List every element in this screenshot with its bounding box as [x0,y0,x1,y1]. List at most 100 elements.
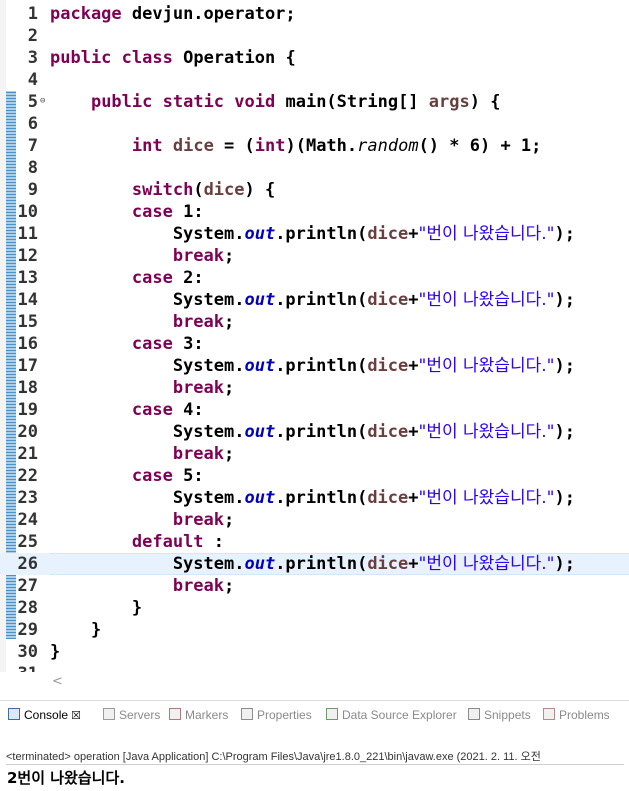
tab-console[interactable]: Console ☒ [8,705,81,725]
code-line[interactable]: 7 int dice = (int)(Math.random() * 6) + … [0,135,629,157]
code-line[interactable]: 1 package devjun.operator; [0,3,629,25]
code-line[interactable]: 9 switch(dice) { [0,179,629,201]
code-line[interactable]: 24 break; [0,509,629,531]
servers-icon [103,708,115,720]
line-number: 14 [17,290,38,310]
code-text: System.out.println(dice+"번이 나왔습니다."); [50,224,575,244]
tab-properties[interactable]: Properties [241,705,312,725]
line-number: 4 [27,70,38,90]
code-line[interactable]: 29 } [0,619,629,641]
line-number: 25 [17,532,38,552]
code-line[interactable]: 28 } [0,597,629,619]
code-line[interactable]: 2 [0,25,629,47]
code-text: case 2: [131,268,204,288]
code-text: System.out.println(dice+"번이 나왔습니다."); [50,422,575,442]
line-number: 9 [27,180,38,200]
code-line[interactable]: 12 break; [0,245,629,267]
line-number: 3 [27,48,38,68]
console-tab-bar: Console ☒ Servers Markers Properties Data So… [0,700,629,727]
line-number: 31 [16,663,38,672]
code-text: int dice = (int)(Math.random() * 6) + 1; [131,136,542,156]
line-number: 15 [17,312,38,332]
code-text: case 5: [131,466,204,486]
code-line[interactable]: 10 case 1: [0,201,629,223]
line-number: 8 [27,158,38,178]
line-number: 27 [17,576,38,596]
scroll-left-icon[interactable]: < [52,674,63,689]
code-line[interactable]: 18 break; [0,377,629,399]
line-number: 10 [17,202,38,222]
code-line[interactable]: 11 System.out.println(dice+"번이 나왔습니다."); [0,223,629,245]
problems-icon [543,708,555,720]
line-number: 16 [17,334,38,354]
tab-snippets[interactable]: Snippets [468,705,531,725]
code-text: System.out.println(dice+"번이 나왔습니다."); [50,290,575,310]
line-number: 13 [17,268,38,288]
snippets-icon [468,708,480,720]
code-text: public static void main(String[] args) { [90,92,501,112]
console-icon [8,708,20,720]
console-separator [6,764,624,765]
code-text: System.out.println(dice+"번이 나왔습니다."); [50,356,575,376]
tab-label: Data Source Explorer [342,708,457,722]
code-line[interactable]: 25 default : [0,531,629,553]
editor-horizontal-scrollbar[interactable]: < [48,674,628,692]
code-line[interactable]: 14 System.out.println(dice+"번이 나왔습니다."); [0,289,629,311]
code-text: case 1: [131,202,204,222]
line-number: 7 [27,136,38,156]
code-line[interactable]: 20 System.out.println(dice+"번이 나왔습니다."); [0,421,629,443]
code-line[interactable]: 21 break; [0,443,629,465]
line-number: 30 [17,642,38,662]
tab-markers[interactable]: Markers [169,705,228,725]
line-number: 17 [17,356,38,376]
line-number: 5 [27,92,38,112]
code-line[interactable]: 31 [0,663,629,672]
line-number: 20 [17,422,38,442]
code-line[interactable]: 23 System.out.println(dice+"번이 나왔습니다."); [0,487,629,509]
code-line[interactable]: 15 break; [0,311,629,333]
close-icon[interactable]: ☒ [68,710,81,722]
console-view: <terminated> operation [Java Application… [0,726,629,791]
code-line[interactable]: 16 case 3: [0,333,629,355]
tab-problems[interactable]: Problems [543,705,610,725]
code-text: break; [172,378,235,398]
code-line[interactable]: 19 case 4: [0,399,629,421]
tab-servers[interactable]: Servers [103,705,160,725]
code-line[interactable]: 5 ⊖ public static void main(String[] args… [0,91,629,113]
console-output: 2번이 나왔습니다. [7,769,125,787]
code-text: default : [131,532,225,552]
code-line[interactable]: 30} [0,641,629,663]
code-line[interactable]: 22 case 5: [0,465,629,487]
markers-icon [169,708,181,720]
code-text: case 4: [131,400,204,420]
code-line[interactable]: 17 System.out.println(dice+"번이 나왔습니다."); [0,355,629,377]
code-text: public class Operation { [50,48,296,68]
code-text: } [50,642,61,662]
code-line[interactable]: 4 [0,69,629,91]
code-text: break; [172,576,235,596]
code-text: break; [172,246,235,266]
tab-label: Snippets [484,708,531,722]
line-number: 2 [27,26,38,46]
code-editor[interactable]: 1 package devjun.operator; 2 3 public class … [0,0,629,672]
properties-icon [241,708,253,720]
code-text: break; [172,444,235,464]
line-number: 6 [27,114,38,134]
code-text: package devjun.operator; [50,4,296,24]
code-line[interactable]: 13 case 2: [0,267,629,289]
tab-label: Problems [559,708,610,722]
line-number: 24 [17,510,38,530]
line-number: 22 [17,466,38,486]
fold-collapse-icon[interactable]: ⊖ [40,96,45,106]
code-text: break; [172,510,235,530]
code-line[interactable]: 26 System.out.println(dice+"번이 나왔습니다."); [0,553,629,575]
line-number: 18 [17,378,38,398]
code-line[interactable]: 8 [0,157,629,179]
tab-label: Servers [119,708,161,722]
code-text: System.out.println(dice+"번이 나왔습니다."); [50,488,575,508]
line-number: 12 [17,246,38,266]
code-line[interactable]: 27 break; [0,575,629,597]
tab-data-source-explorer[interactable]: Data Source Explorer [326,705,457,725]
code-line[interactable]: 6 [0,113,629,135]
code-line[interactable]: 3 public class Operation { [0,47,629,69]
